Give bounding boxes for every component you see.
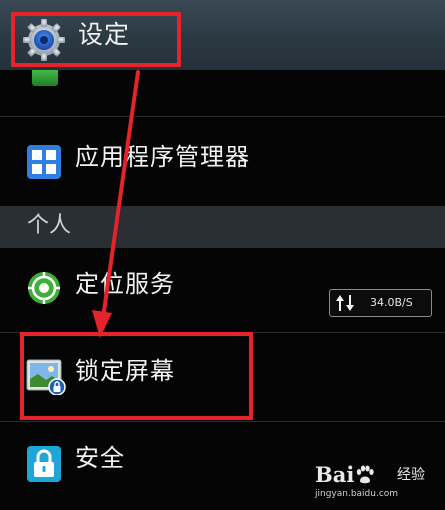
up-down-arrows-icon (334, 292, 356, 314)
watermark-url: jingyan.baidu.com (315, 489, 399, 499)
settings-item-label: 应用程序管理器 (75, 143, 250, 171)
annotation-highlight-lock-screen (20, 332, 253, 420)
settings-item-label: 安全 (75, 444, 125, 472)
annotation-highlight-title (11, 12, 181, 67)
baidu-jingyan-watermark: Bai 经验 jingyan.baidu.com (315, 462, 433, 502)
grid-apps-icon (27, 145, 61, 179)
section-label: 个人 (27, 213, 72, 238)
partially-hidden-item-icon (32, 70, 58, 86)
settings-item-app-manager[interactable]: 应用程序管理器 (0, 117, 445, 206)
settings-item-label: 定位服务 (75, 270, 175, 298)
watermark-brand: Bai (315, 462, 355, 487)
settings-screen: 设定 应用程序管理器 个人 定位服务 34.0B/S 锁定屏幕 安全 Bai 经… (0, 0, 445, 510)
section-header-personal: 个人 (0, 206, 445, 248)
location-target-icon (26, 270, 62, 306)
network-speed-value: 34.0B/S (370, 296, 413, 309)
padlock-icon (27, 446, 61, 482)
paw-icon (355, 465, 375, 485)
network-speed-indicator: 34.0B/S (329, 289, 432, 317)
watermark-brand-suffix: 经验 (397, 467, 425, 483)
